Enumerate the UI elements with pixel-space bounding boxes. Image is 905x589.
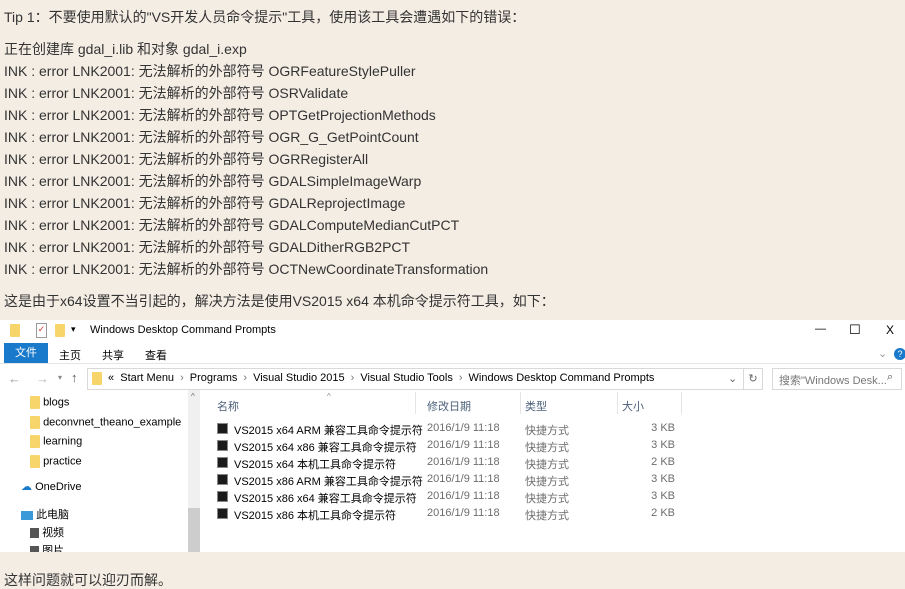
tab-share[interactable]: 共享 (102, 347, 124, 363)
sidebar-scrollbar[interactable]: ^ (188, 390, 200, 552)
sidebar-pc-item[interactable]: 图片 (30, 542, 64, 552)
sidebar-folder[interactable]: blogs (30, 396, 69, 409)
sidebar-this-pc[interactable]: 此电脑 (21, 506, 69, 522)
folder-icon (30, 415, 40, 429)
recent-dropdown-icon[interactable]: ▾ (58, 373, 62, 382)
shortcut-icon (217, 457, 228, 468)
title-bar: ✓ ▾ Windows Desktop Command Prompts — ☐ … (0, 320, 905, 342)
breadcrumb: « Start Menu › Programs › Visual Studio 2015… (108, 372, 655, 384)
folder-icon (92, 372, 102, 385)
log-line: INK : error LNK2001: 无法解析的外部符号 OGRFeatur… (4, 63, 416, 79)
file-row[interactable]: VS2015 x86 ARM 兼容工具命令提示符 2016/1/9 11:18 … (217, 471, 687, 488)
sidebar-folder[interactable]: deconvnet_theano_example (30, 415, 181, 429)
reason-text: 这是由于x64设置不当引起的，解决方法是使用VS2015 x64 本机命令提示符… (4, 293, 555, 309)
log-line: INK : error LNK2001: 无法解析的外部符号 OGR_G_Get… (4, 129, 419, 145)
new-folder-icon[interactable] (55, 324, 65, 337)
tab-file[interactable]: 文件 (4, 343, 48, 363)
file-row[interactable]: VS2015 x64 ARM 兼容工具命令提示符 2016/1/9 11:18 … (217, 420, 687, 437)
help-button[interactable]: ? (894, 348, 905, 360)
log-line: INK : error LNK2001: 无法解析的外部符号 GDALRepro… (4, 195, 406, 211)
close-button[interactable]: X (886, 323, 894, 337)
column-divider[interactable] (681, 392, 682, 414)
shortcut-icon (217, 440, 228, 451)
window-title: Windows Desktop Command Prompts (90, 324, 276, 336)
file-row[interactable]: VS2015 x86 本机工具命令提示符 2016/1/9 11:18 快捷方式… (217, 505, 687, 522)
log-line: INK : error LNK2001: 无法解析的外部符号 GDALDithe… (4, 239, 411, 255)
log-line: INK : error LNK2001: 无法解析的外部符号 OSRValida… (4, 85, 349, 101)
file-row[interactable]: VS2015 x64 x86 兼容工具命令提示符 2016/1/9 11:18 … (217, 437, 687, 454)
log-line: INK : error LNK2001: 无法解析的外部符号 OPTGetPro… (4, 107, 436, 123)
pictures-icon (30, 546, 39, 552)
shortcut-icon (217, 508, 228, 519)
sidebar-pc-item[interactable]: 视频 (30, 524, 64, 540)
file-row[interactable]: VS2015 x86 x64 兼容工具命令提示符 2016/1/9 11:18 … (217, 488, 687, 505)
address-dropdown-icon[interactable]: ⌄ (728, 372, 737, 385)
column-header[interactable]: 修改日期 (427, 398, 471, 414)
breadcrumb-item[interactable]: Windows Desktop Command Prompts (469, 372, 655, 384)
maximize-button[interactable]: ☐ (849, 322, 861, 338)
column-header[interactable]: 类型 (525, 398, 547, 414)
quick-access-dropdown-icon[interactable]: ▾ (71, 324, 76, 335)
column-divider[interactable] (617, 392, 618, 414)
folder-icon (30, 435, 40, 448)
sidebar-folder[interactable]: practice (30, 454, 82, 468)
log-line: INK : error LNK2001: 无法解析的外部符号 OCTNewCoo… (4, 261, 489, 277)
up-button[interactable]: ↑ (71, 370, 78, 385)
shortcut-icon (217, 474, 228, 485)
sort-ascending-icon: ^ (327, 392, 331, 401)
sidebar-onedrive[interactable]: ☁ OneDrive (21, 480, 82, 493)
address-bar[interactable]: « Start Menu › Programs › Visual Studio 2015… (87, 368, 763, 390)
scrollbar-thumb[interactable] (188, 508, 200, 552)
shortcut-icon (217, 491, 228, 502)
minimize-button[interactable]: — (815, 323, 826, 335)
search-icon: ⌕ (887, 371, 894, 383)
folder-icon (30, 454, 40, 468)
column-divider[interactable] (520, 392, 521, 414)
conclusion-text: 这样问题就可以迎刃而解。 (4, 572, 172, 588)
log-line: INK : error LNK2001: 无法解析的外部符号 GDALCompu… (4, 217, 460, 233)
tip-text: Tip 1：不要使用默认的"VS开发人员命令提示"工具，使用该工具会遭遇如下的错… (4, 9, 526, 25)
forward-button[interactable]: → (36, 371, 49, 386)
column-header[interactable]: 名称 (217, 398, 239, 414)
folder-icon (10, 324, 20, 337)
back-button[interactable]: ← (8, 371, 21, 386)
log-line: 正在创建库 gdal_i.lib 和对象 gdal_i.exp (4, 41, 247, 57)
file-explorer-window: ✓ ▾ Windows Desktop Command Prompts — ☐ … (0, 320, 905, 552)
column-divider[interactable] (415, 392, 416, 414)
shortcut-icon (217, 423, 228, 434)
computer-icon (21, 510, 33, 520)
log-line: INK : error LNK2001: 无法解析的外部符号 OGRRegist… (4, 151, 369, 167)
refresh-button[interactable]: ↻ (743, 369, 762, 389)
search-input[interactable]: 搜索"Windows Desk... ⌕ (772, 368, 902, 390)
breadcrumb-item[interactable]: Programs (190, 372, 238, 384)
properties-icon[interactable]: ✓ (36, 323, 47, 338)
expand-ribbon-icon[interactable]: ⌄ (878, 347, 887, 360)
breadcrumb-item[interactable]: Visual Studio 2015 (253, 372, 345, 384)
breadcrumb-item[interactable]: Visual Studio Tools (360, 372, 453, 384)
breadcrumb-item[interactable]: Start Menu (120, 372, 174, 384)
folder-icon (30, 396, 40, 409)
breadcrumb-overflow[interactable]: « (108, 372, 114, 384)
file-row[interactable]: VS2015 x64 本机工具命令提示符 2016/1/9 11:18 快捷方式… (217, 454, 687, 471)
cloud-icon: ☁ (21, 481, 32, 493)
tab-view[interactable]: 查看 (145, 347, 167, 363)
sidebar-folder[interactable]: learning (30, 435, 82, 448)
log-line: INK : error LNK2001: 无法解析的外部符号 GDALSimpl… (4, 173, 422, 189)
column-header[interactable]: 大小 (622, 398, 644, 414)
tab-home[interactable]: 主页 (59, 347, 81, 363)
ribbon: 文件 主页 共享 查看 ⌄ ? (0, 343, 905, 364)
video-icon (30, 528, 39, 539)
navigation-pane: blogs deconvnet_theano_example learning … (0, 390, 200, 552)
